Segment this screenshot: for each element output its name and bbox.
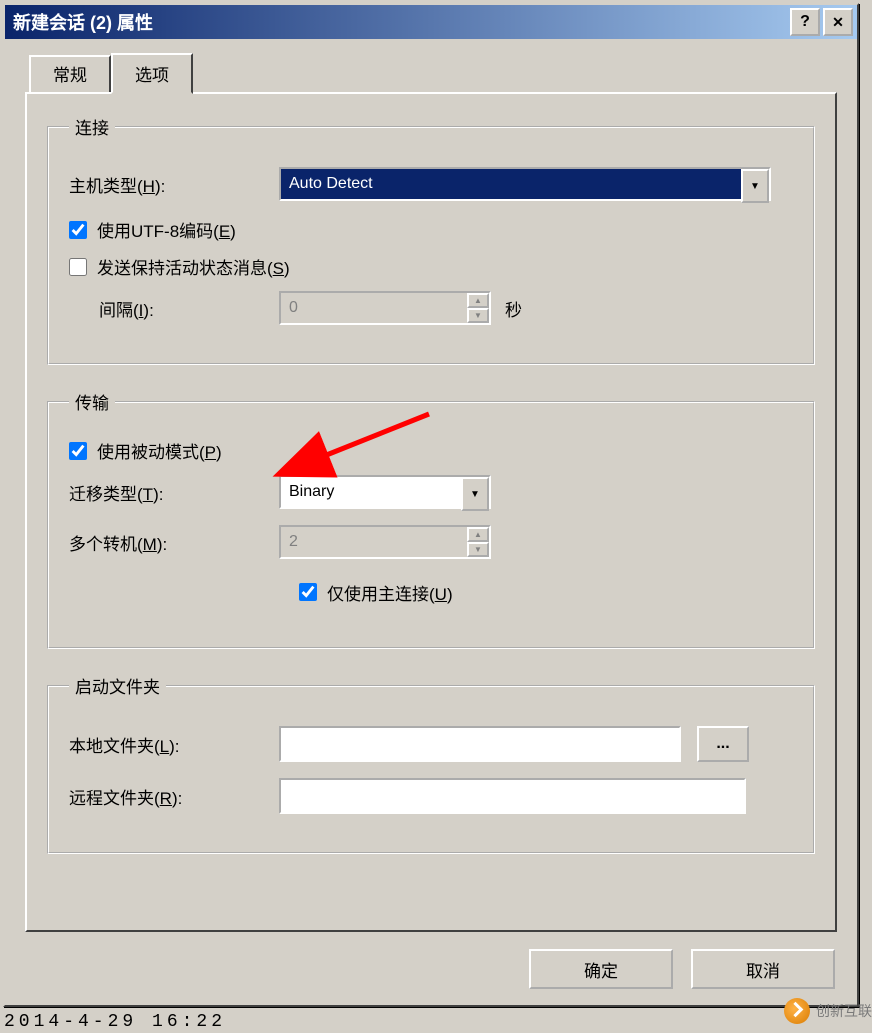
footer-timestamp: 2014-4-29 16:22 bbox=[4, 1012, 226, 1032]
checkbox-main-conn-input[interactable] bbox=[299, 583, 317, 601]
checkbox-keepalive-input[interactable] bbox=[69, 258, 87, 276]
row-main-conn: 仅使用主连接(U) bbox=[299, 575, 793, 609]
spin-multi-hop-buttons bbox=[467, 527, 489, 557]
spin-up-icon bbox=[467, 527, 489, 542]
checkbox-main-conn[interactable]: 仅使用主连接(U) bbox=[299, 580, 453, 605]
spin-interval-value: 0 bbox=[289, 299, 298, 317]
watermark-text: 创新互联 bbox=[816, 1001, 872, 1021]
row-interval: 间隔(I): 0 秒 bbox=[69, 291, 793, 325]
combo-transfer-type[interactable]: Binary bbox=[279, 475, 491, 509]
titlebar: 新建会话 (2) 属性 bbox=[5, 5, 857, 39]
group-startup: 启动文件夹 本地文件夹(L): ... 远程文件夹(R): bbox=[47, 673, 815, 854]
checkbox-passive[interactable]: 使用被动模式(P) bbox=[69, 438, 793, 463]
label-host-type: 主机类型(H): bbox=[69, 172, 279, 197]
window-title: 新建会话 (2) 属性 bbox=[13, 9, 787, 35]
combo-host-type[interactable]: Auto Detect bbox=[279, 167, 771, 201]
row-transfer-type: 迁移类型(T): Binary bbox=[69, 475, 793, 509]
watermark-icon bbox=[784, 998, 810, 1024]
row-local-folder: 本地文件夹(L): ... bbox=[69, 726, 793, 762]
ok-button[interactable]: 确定 bbox=[529, 949, 673, 989]
tab-strip: 常规 选项 bbox=[29, 51, 837, 92]
spin-multi-hop: 2 bbox=[279, 525, 491, 559]
combo-transfer-type-value: Binary bbox=[289, 483, 334, 501]
label-seconds: 秒 bbox=[505, 296, 522, 321]
label-transfer-type: 迁移类型(T): bbox=[69, 480, 279, 505]
help-button[interactable] bbox=[790, 8, 820, 36]
spin-up-icon bbox=[467, 293, 489, 308]
row-multi-hop: 多个转机(M): 2 bbox=[69, 525, 793, 559]
row-remote-folder: 远程文件夹(R): bbox=[69, 778, 793, 814]
tab-options[interactable]: 选项 bbox=[111, 53, 193, 94]
combo-host-type-value: Auto Detect bbox=[289, 175, 373, 193]
row-host-type: 主机类型(H): Auto Detect bbox=[69, 167, 793, 201]
label-remote-folder: 远程文件夹(R): bbox=[69, 784, 279, 809]
label-interval: 间隔(I): bbox=[69, 296, 279, 321]
dialog-window: 新建会话 (2) 属性 常规 选项 连接 主机类型(H): Auto Detec… bbox=[3, 3, 859, 1007]
label-multi-hop: 多个转机(M): bbox=[69, 530, 279, 555]
group-transfer: 传输 使用被动模式(P) 迁移类型(T): Binary bbox=[47, 389, 815, 649]
group-connection-legend: 连接 bbox=[69, 114, 115, 139]
group-transfer-legend: 传输 bbox=[69, 389, 115, 414]
chevron-down-icon[interactable] bbox=[461, 477, 489, 511]
chevron-down-icon[interactable] bbox=[741, 169, 769, 203]
tab-general[interactable]: 常规 bbox=[29, 55, 111, 96]
cancel-button[interactable]: 取消 bbox=[691, 949, 835, 989]
checkbox-keepalive[interactable]: 发送保持活动状态消息(S) bbox=[69, 254, 793, 279]
tab-body-options: 连接 主机类型(H): Auto Detect 使用UTF-8编码(E) bbox=[25, 92, 837, 932]
dialog-buttons: 确定 取消 bbox=[529, 949, 835, 989]
spin-down-icon bbox=[467, 308, 489, 323]
checkbox-passive-input[interactable] bbox=[69, 442, 87, 460]
spin-interval-buttons bbox=[467, 293, 489, 323]
group-startup-legend: 启动文件夹 bbox=[69, 673, 166, 698]
watermark: 创新互联 bbox=[732, 992, 872, 1030]
checkbox-utf8[interactable]: 使用UTF-8编码(E) bbox=[69, 217, 793, 242]
spin-multi-hop-value: 2 bbox=[289, 533, 298, 551]
browse-button[interactable]: ... bbox=[697, 726, 749, 762]
group-connection: 连接 主机类型(H): Auto Detect 使用UTF-8编码(E) bbox=[47, 114, 815, 365]
close-button[interactable] bbox=[823, 8, 853, 36]
input-local-folder[interactable] bbox=[279, 726, 681, 762]
input-remote-folder[interactable] bbox=[279, 778, 746, 814]
checkbox-utf8-input[interactable] bbox=[69, 221, 87, 239]
spin-interval: 0 bbox=[279, 291, 491, 325]
label-local-folder: 本地文件夹(L): bbox=[69, 732, 279, 757]
dialog-client: 常规 选项 连接 主机类型(H): Auto Detect bbox=[5, 39, 857, 993]
spin-down-icon bbox=[467, 542, 489, 557]
